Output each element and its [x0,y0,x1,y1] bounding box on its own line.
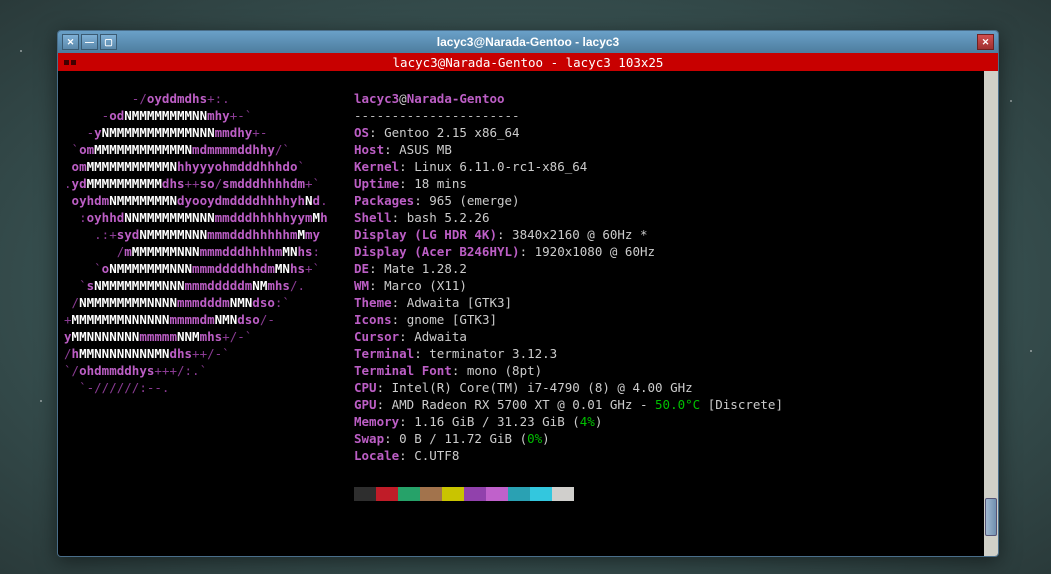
fastfetch-info-block: lacyc3@Narada-Gentoo--------------------… [354,90,978,464]
terminal-body[interactable]: -/oyddmdhs+:. -odNMMMMMMMMNNmhy+-` -yNMM… [58,71,998,556]
window-close-button[interactable]: ✕ [62,34,79,50]
window-close-button-right[interactable]: ✕ [977,34,994,50]
terminator-tab-bar[interactable]: lacyc3@Narada-Gentoo - lacyc3 103x25 [58,53,998,71]
scrollbar-thumb[interactable] [985,498,997,536]
color-palette [354,487,978,504]
window-titlebar[interactable]: ✕ — ▢ lacyc3@Narada-Gentoo - lacyc3 ✕ [58,31,998,53]
window-title: lacyc3@Narada-Gentoo - lacyc3 [58,35,998,49]
terminator-tab-title: lacyc3@Narada-Gentoo - lacyc3 103x25 [58,55,998,70]
window-minimize-button[interactable]: — [81,34,98,50]
terminal-window: ✕ — ▢ lacyc3@Narada-Gentoo - lacyc3 ✕ la… [57,30,999,557]
window-maximize-button[interactable]: ▢ [100,34,117,50]
gentoo-ascii-logo: -/oyddmdhs+:. -odNMMMMMMMMNNmhy+-` -yNMM… [64,90,354,464]
terminal-scrollbar[interactable] [984,71,998,556]
terminal-content[interactable]: -/oyddmdhs+:. -odNMMMMMMMMNNmhy+-` -yNMM… [58,71,984,556]
terminator-layout-icon[interactable] [58,60,76,65]
